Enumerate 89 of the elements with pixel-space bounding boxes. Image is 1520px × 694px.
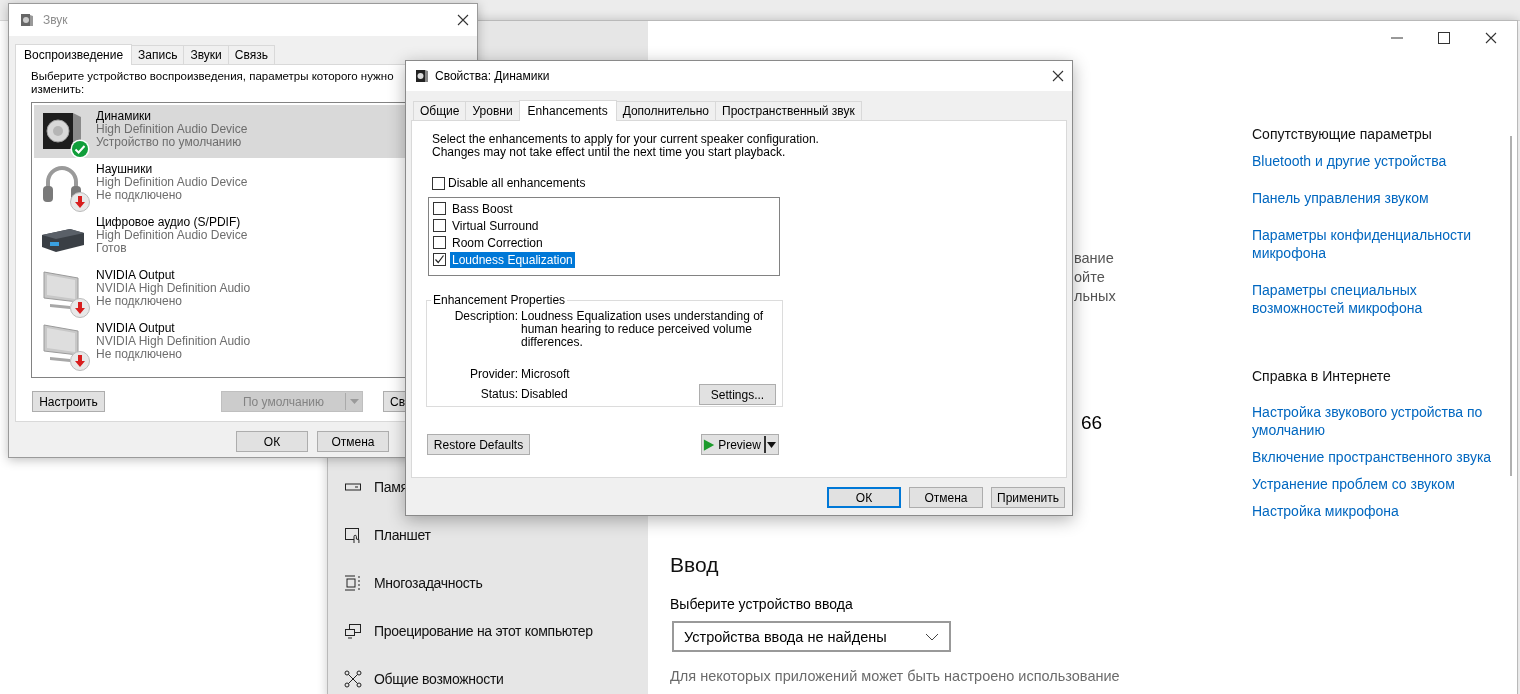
tab[interactable]: Воспроизведение xyxy=(15,44,133,65)
device-driver: High Definition Audio Device xyxy=(96,123,248,136)
device-status: Не подключено xyxy=(96,295,183,308)
section-heading: Ввод xyxy=(670,553,720,577)
tab[interactable]: Звуки xyxy=(183,45,229,64)
field-label: Status: xyxy=(479,388,518,401)
sidebar-item[interactable]: Общие возможности xyxy=(328,655,648,694)
list-item[interactable]: Virtual Surround xyxy=(450,217,541,234)
device-status: Готов xyxy=(96,242,128,255)
tab[interactable]: Пространственный звук xyxy=(715,101,862,120)
device-name: Цифровое аудио (S/PDIF) xyxy=(96,216,242,229)
window-title: Свойства: Динамики xyxy=(435,69,550,83)
device-driver: High Definition Audio Device xyxy=(96,176,248,189)
close-icon[interactable] xyxy=(1485,32,1497,44)
field-label: Provider: xyxy=(468,368,518,381)
device-status: Не подключено xyxy=(96,348,183,361)
device-name: NVIDIA Output xyxy=(96,269,176,282)
device-status: Устройство по умолчанию xyxy=(96,136,243,149)
network-icon xyxy=(344,670,362,688)
device-driver: NVIDIA High Definition Audio xyxy=(96,335,251,348)
link[interactable]: Устранение проблем со звуком xyxy=(1252,475,1498,493)
tab[interactable]: Связь xyxy=(227,45,275,64)
tab[interactable]: Дополнительно xyxy=(615,101,717,120)
window-title: Звук xyxy=(43,13,68,27)
sidebar-item[interactable]: Проецирование на этот компьютер xyxy=(328,607,648,655)
checkbox[interactable] xyxy=(433,202,446,215)
checkbox[interactable] xyxy=(433,253,446,266)
value-text: 66 xyxy=(1081,412,1103,434)
caret-icon xyxy=(349,399,359,404)
instruction-text: Выберите устройство воспроизведения, параметры которого нужно изменить: xyxy=(31,70,395,96)
link[interactable]: Параметры специальных возможностей микрофона xyxy=(1252,281,1498,317)
apply-button[interactable]: Применить xyxy=(991,487,1065,508)
section-heading: Справка в Интернете xyxy=(1252,367,1392,385)
device-name: NVIDIA Output xyxy=(96,322,176,335)
cancel-button[interactable]: Отмена xyxy=(909,487,983,508)
maximize-icon[interactable] xyxy=(1438,32,1450,44)
multitask-icon xyxy=(344,574,362,592)
link[interactable]: Включение пространственного звука xyxy=(1252,448,1498,466)
link[interactable]: Настройка звукового устройства по умолчанию xyxy=(1252,403,1498,439)
field-value: Loudness Equalization uses understanding of human hearing to reduce perceived volume differences. xyxy=(521,310,765,349)
checkbox[interactable] xyxy=(433,236,446,249)
cancel-button[interactable]: Отмена xyxy=(317,431,389,452)
device-name: Динамики xyxy=(96,110,153,123)
field-value: Disabled xyxy=(521,388,568,401)
list-item[interactable]: Loudness Equalization xyxy=(450,251,575,268)
speaker-icon xyxy=(19,12,35,28)
tab[interactable]: Уровни xyxy=(465,101,520,120)
settings-button[interactable]: Settings... xyxy=(699,384,776,405)
tablet-icon xyxy=(344,526,362,544)
configure-button[interactable]: Настроить xyxy=(32,391,105,412)
caret-icon xyxy=(767,441,777,448)
field-label: Description: xyxy=(453,310,518,325)
speaker-icon xyxy=(415,68,429,84)
device-dropdown[interactable]: Устройства ввода не найдены xyxy=(672,621,951,652)
device-driver: NVIDIA High Definition Audio xyxy=(96,282,251,295)
play-icon xyxy=(702,437,716,452)
close-icon[interactable] xyxy=(457,14,469,26)
projection-icon xyxy=(344,622,362,640)
description-text: Для некоторых приложений может быть настроено использование xyxy=(670,668,1121,684)
description-text: льных xyxy=(1074,287,1117,306)
checkbox-label: Disable all enhancements xyxy=(448,176,586,190)
field-label: Выберите устройство ввода xyxy=(670,596,854,612)
chevron-icon xyxy=(925,632,939,641)
restore-defaults-button[interactable]: Restore Defaults xyxy=(427,434,530,455)
tab[interactable]: Общие xyxy=(413,101,467,120)
tab[interactable]: Enhancements xyxy=(518,100,617,121)
device-name: Наушники xyxy=(96,163,154,176)
link[interactable]: Bluetooth и другие устройства xyxy=(1252,152,1498,170)
device-status: Не подключено xyxy=(96,189,183,202)
link[interactable]: Параметры конфиденциальности микрофона xyxy=(1252,226,1498,262)
description-text: ойте xyxy=(1074,268,1106,287)
description-text: вание xyxy=(1074,249,1115,268)
preview-button[interactable]: Preview xyxy=(701,434,779,455)
scrollbar[interactable] xyxy=(1510,136,1512,476)
sidebar-item[interactable]: Многозадачность xyxy=(328,559,648,607)
list-item[interactable]: Bass Boost xyxy=(450,200,515,217)
ok-button[interactable]: ОК xyxy=(827,487,901,508)
list-item[interactable]: Room Correction xyxy=(450,234,545,251)
device-driver: High Definition Audio Device xyxy=(96,229,248,242)
close-icon[interactable] xyxy=(1052,70,1064,82)
sidebar-item[interactable]: Планшет xyxy=(328,511,648,559)
link[interactable]: Панель управления звуком xyxy=(1252,189,1498,207)
field-value: Microsoft xyxy=(521,368,571,381)
checkbox[interactable] xyxy=(433,219,446,232)
section-heading: Сопутствующие параметры xyxy=(1252,125,1433,143)
ok-button[interactable]: ОК xyxy=(236,431,308,452)
checkbox[interactable] xyxy=(432,176,445,190)
group-title: Enhancement Properties xyxy=(432,293,567,307)
link[interactable]: Настройка микрофона xyxy=(1252,502,1498,520)
